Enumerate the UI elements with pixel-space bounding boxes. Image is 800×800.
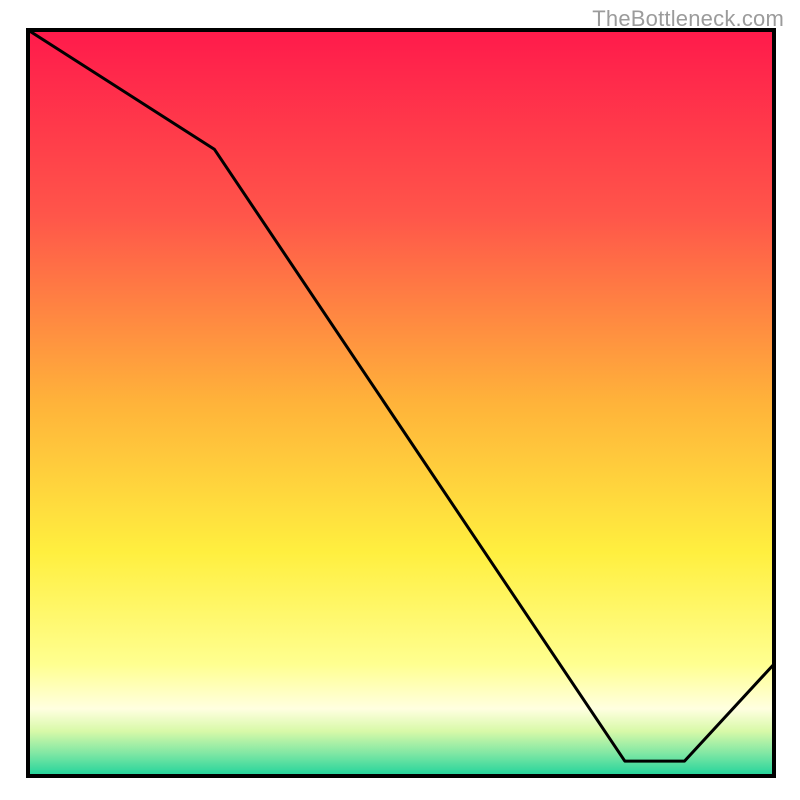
plot-background xyxy=(28,30,774,776)
chart-svg xyxy=(0,0,800,800)
watermark-text: TheBottleneck.com xyxy=(592,6,784,32)
chart-container: TheBottleneck.com xyxy=(0,0,800,800)
